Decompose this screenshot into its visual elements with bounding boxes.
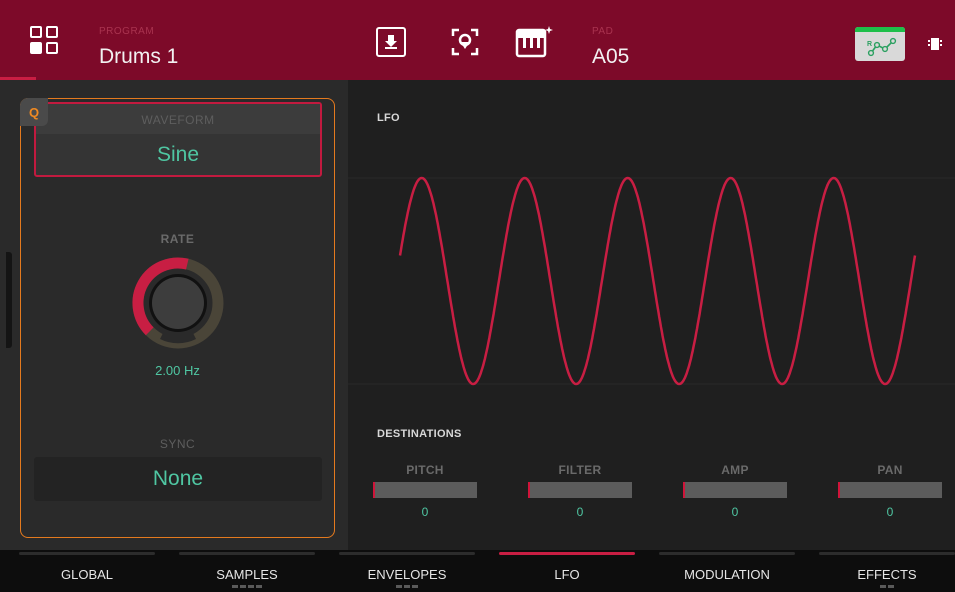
destination-value: 0 <box>576 505 584 519</box>
tab-lfo[interactable]: LFO <box>499 550 635 592</box>
tab-indicator <box>659 552 795 555</box>
tab-global[interactable]: GLOBAL <box>19 550 155 592</box>
tab-indicator <box>819 552 955 555</box>
destination-name: AMP <box>721 463 749 477</box>
tab-label: LFO <box>554 567 580 582</box>
lfo-title: LFO <box>377 112 400 124</box>
q-link-badge: Q <box>20 98 48 126</box>
destination-bar[interactable] <box>528 482 632 498</box>
destination-value: 0 <box>731 505 739 519</box>
destination-bar[interactable] <box>373 482 477 498</box>
tab-label: GLOBAL <box>60 567 114 582</box>
tab-samples[interactable]: SAMPLES <box>179 550 315 592</box>
tab-indicator <box>499 552 635 555</box>
tab-effects[interactable]: EFFECTS <box>819 550 955 592</box>
tab-page-dots <box>819 585 955 588</box>
tab-label: MODULATION <box>684 567 770 582</box>
destination-name: PITCH <box>406 463 444 477</box>
waveform-label: WAVEFORM <box>141 113 215 127</box>
header-bar: PROGRAM Drums 1 PAD A05 R <box>0 0 955 80</box>
panel-drag-handle[interactable] <box>6 252 12 348</box>
destinations-title: DESTINATIONS <box>377 428 462 440</box>
chip-icon[interactable] <box>928 36 942 52</box>
destination-bar[interactable] <box>683 482 787 498</box>
destination-value: 0 <box>886 505 894 519</box>
automation-icon[interactable]: R <box>855 27 905 61</box>
destination-value: 0 <box>421 505 429 519</box>
pad-keyboard-icon[interactable] <box>515 24 555 60</box>
pad-name[interactable]: A05 <box>592 45 629 69</box>
lfo-waveform-display <box>348 176 955 386</box>
destination-name: FILTER <box>558 463 602 477</box>
program-name[interactable]: Drums 1 <box>99 45 178 69</box>
sync-value: None <box>152 467 204 490</box>
waveform-value: Sine <box>156 143 200 166</box>
tab-label: ENVELOPES <box>367 567 447 582</box>
rate-label: RATE <box>160 232 195 246</box>
tab-label: EFFECTS <box>857 567 917 582</box>
download-icon[interactable] <box>376 27 406 57</box>
program-label: PROGRAM <box>99 26 155 37</box>
tab-page-dots <box>179 585 315 588</box>
sync-selector[interactable]: None <box>34 457 322 501</box>
locate-icon[interactable] <box>450 27 480 57</box>
tab-label: SAMPLES <box>216 567 278 582</box>
svg-text:R: R <box>867 41 872 48</box>
tab-envelopes[interactable]: ENVELOPES <box>339 550 475 592</box>
tab-indicator <box>19 552 155 555</box>
lfo-wave-line <box>398 176 917 386</box>
destination-name: PAN <box>877 463 903 477</box>
waveform-selector[interactable]: WAVEFORM Sine <box>34 102 322 177</box>
rate-knob[interactable] <box>130 255 226 351</box>
tab-indicator <box>339 552 475 555</box>
sync-label: SYNC <box>159 437 196 451</box>
pad-label: PAD <box>592 26 614 37</box>
tab-modulation[interactable]: MODULATION <box>659 550 795 592</box>
tab-indicator <box>179 552 315 555</box>
destination-bar[interactable] <box>838 482 942 498</box>
tab-page-dots <box>339 585 475 588</box>
rate-value: 2.00 Hz <box>155 363 200 378</box>
grid-menu-icon[interactable] <box>30 26 58 54</box>
bottom-tab-bar: GLOBAL SAMPLES ENVELOPES LFO MODULATION … <box>0 550 955 592</box>
